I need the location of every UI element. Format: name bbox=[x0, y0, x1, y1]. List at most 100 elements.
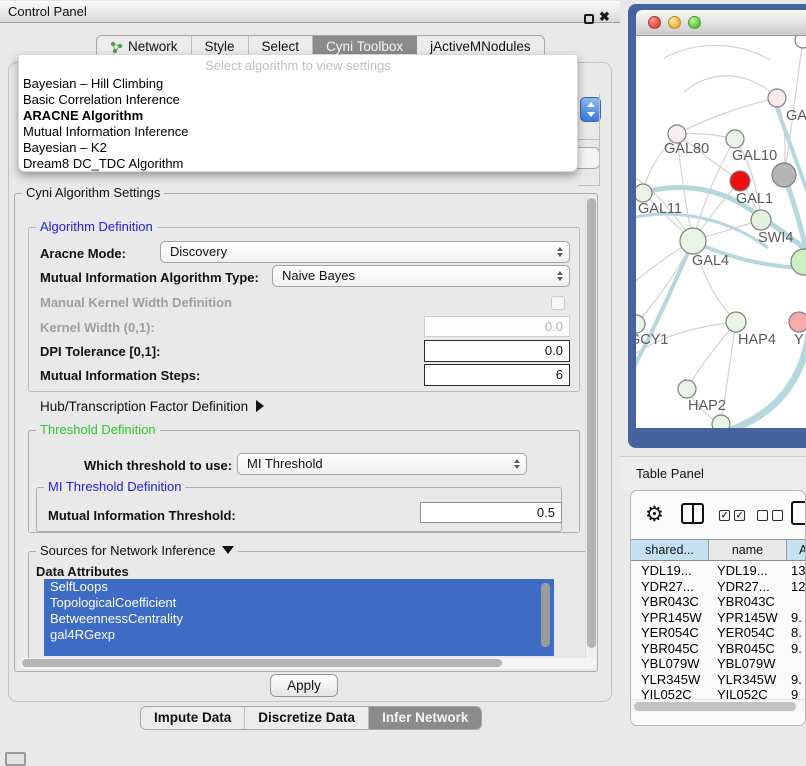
node-label: HAP2 bbox=[688, 398, 726, 414]
settings-horizontal-scrollbar[interactable] bbox=[20, 658, 596, 669]
unchecked-checkbox-icon[interactable] bbox=[772, 510, 783, 521]
network-node-gal11[interactable] bbox=[636, 184, 652, 202]
network-node-gal10[interactable] bbox=[726, 130, 744, 148]
node-label: Y bbox=[794, 332, 804, 348]
combo-arrows-icon bbox=[514, 459, 520, 469]
tab-impute-data[interactable]: Impute Data bbox=[141, 707, 245, 729]
minimized-window-icon[interactable] bbox=[5, 752, 26, 766]
network-node-hap2[interactable] bbox=[678, 380, 696, 398]
node-label: GAL bbox=[786, 108, 806, 124]
collapse-down-icon bbox=[222, 546, 234, 554]
network-node-swi4[interactable] bbox=[751, 210, 771, 230]
table-row[interactable]: YBR045CYBR045C9. bbox=[631, 641, 806, 657]
network-window-titlebar[interactable] bbox=[636, 10, 806, 36]
column-header-shared[interactable]: shared... bbox=[631, 540, 709, 560]
network-node[interactable] bbox=[795, 36, 806, 48]
document-icon[interactable] bbox=[791, 501, 806, 525]
aracne-mode-combo[interactable]: Discovery bbox=[160, 241, 570, 263]
node-label: GCY1 bbox=[636, 332, 669, 348]
network-node[interactable] bbox=[768, 89, 786, 107]
cyni-bottom-tabs: Impute Data Discretize Data Infer Networ… bbox=[140, 706, 482, 730]
table-row[interactable]: YDL19...YDL19...13 bbox=[631, 563, 806, 579]
algorithm-combo-fragment[interactable] bbox=[580, 97, 601, 122]
scrollbar-thumb[interactable] bbox=[634, 702, 796, 711]
manual-kernel-checkbox[interactable] bbox=[551, 296, 565, 310]
network-node-gal4[interactable] bbox=[680, 228, 706, 254]
table-horizontal-scrollbar[interactable] bbox=[631, 699, 806, 712]
network-node[interactable] bbox=[772, 163, 796, 187]
table-row[interactable]: YDR27...YDR27...12 bbox=[631, 579, 806, 595]
network-node-gal1[interactable] bbox=[730, 171, 750, 191]
close-icon[interactable]: ✖ bbox=[599, 9, 610, 25]
minimize-traffic-light-icon[interactable] bbox=[668, 16, 681, 29]
data-attributes-label: Data Attributes bbox=[36, 564, 129, 579]
scrollbar-thumb[interactable] bbox=[587, 198, 596, 648]
list-item-topologicalcoefficient[interactable]: TopologicalCoefficient bbox=[44, 595, 554, 611]
combo-arrows-icon bbox=[557, 271, 563, 281]
dpi-tolerance-input[interactable]: 0.0 bbox=[424, 340, 570, 362]
node-label: HAP4 bbox=[738, 332, 776, 348]
settings-vertical-scrollbar[interactable] bbox=[585, 196, 597, 668]
tab-discretize-data[interactable]: Discretize Data bbox=[245, 707, 369, 729]
scrollbar-thumb[interactable] bbox=[22, 659, 502, 667]
node-label: GAL80 bbox=[664, 141, 709, 157]
which-threshold-label: Which threshold to use: bbox=[84, 458, 232, 473]
combo-arrows-icon bbox=[557, 247, 563, 257]
dpi-tolerance-label: DPI Tolerance [0,1]: bbox=[40, 344, 160, 359]
mi-threshold-group-title: MI Threshold Definition bbox=[44, 480, 185, 494]
table-row[interactable]: YER054CYER054C8. bbox=[631, 625, 806, 641]
zoom-traffic-light-icon[interactable] bbox=[688, 16, 701, 29]
groupbox-fragment-line bbox=[578, 185, 600, 186]
algorithm-dropdown-prompt: Select algorithm to view settings bbox=[19, 58, 577, 73]
unchecked-checkbox-icon[interactable] bbox=[757, 510, 768, 521]
node-label: GAL10 bbox=[732, 148, 777, 164]
mi-threshold-input[interactable]: 0.5 bbox=[420, 502, 562, 523]
float-window-icon[interactable] bbox=[584, 14, 594, 24]
network-node-gcy1[interactable] bbox=[636, 315, 645, 333]
dropdown-item-bayesian-k2[interactable]: Bayesian – K2 bbox=[23, 140, 573, 156]
aracne-mode-label: Aracne Mode: bbox=[40, 246, 126, 261]
column-header-name[interactable]: name bbox=[709, 540, 787, 560]
mi-type-combo[interactable]: Naive Bayes bbox=[272, 265, 570, 287]
network-node[interactable] bbox=[791, 249, 806, 275]
mi-steps-input[interactable]: 6 bbox=[424, 364, 570, 386]
cyni-settings-title: Cyni Algorithm Settings bbox=[22, 186, 164, 200]
checked-checkbox-icon[interactable]: ✓ bbox=[719, 510, 730, 521]
apply-button[interactable]: Apply bbox=[270, 674, 338, 697]
tab-infer-network[interactable]: Infer Network bbox=[369, 707, 481, 729]
algorithm-dropdown: Select algorithm to view settings Bayesi… bbox=[18, 54, 578, 172]
list-item-gal4rgexp[interactable]: gal4RGexp bbox=[44, 627, 554, 643]
dropdown-item-basic-correlation[interactable]: Basic Correlation Inference bbox=[23, 92, 573, 108]
sources-group-title[interactable]: Sources for Network Inference bbox=[36, 544, 238, 558]
list-vertical-scrollbar[interactable] bbox=[541, 583, 550, 647]
network-node-hap4[interactable] bbox=[726, 312, 746, 332]
table-row[interactable]: YBR043CYBR043C bbox=[631, 594, 806, 610]
table-panel-titlebar: Table Panel bbox=[620, 456, 806, 490]
hub-definition-expander[interactable]: Hub/Transcription Factor Definition bbox=[40, 399, 264, 414]
network-canvas[interactable]: GAL GAL80 GAL10 GAL1 GAL11 SWI4 GAL4 GCY… bbox=[636, 36, 806, 428]
columns-icon[interactable] bbox=[681, 503, 704, 524]
table-header-row: shared... name A bbox=[631, 539, 806, 561]
gear-icon[interactable]: ⚙ bbox=[645, 501, 664, 529]
expand-right-icon bbox=[256, 400, 264, 412]
list-item-betweennesscentrality[interactable]: BetweennessCentrality bbox=[44, 611, 554, 627]
dropdown-item-aracne[interactable]: ARACNE Algorithm bbox=[23, 108, 573, 124]
checked-checkbox-icon[interactable]: ✓ bbox=[734, 510, 745, 521]
which-threshold-combo[interactable]: MI Threshold bbox=[237, 453, 527, 475]
table-row[interactable]: YPR145WYPR145W9. bbox=[631, 610, 806, 626]
table-row[interactable]: YBL079WYBL079W bbox=[631, 656, 806, 672]
node-label: GAL1 bbox=[736, 191, 773, 207]
column-header-clipped[interactable]: A bbox=[787, 540, 806, 560]
table-row[interactable]: YLR345WYLR345W9. bbox=[631, 672, 806, 688]
kernel-width-input[interactable]: 0.0 bbox=[424, 316, 570, 337]
dropdown-item-mutual-information[interactable]: Mutual Information Inference bbox=[23, 124, 573, 140]
close-traffic-light-icon[interactable] bbox=[648, 16, 661, 29]
dropdown-item-dream8[interactable]: Dream8 DC_TDC Algorithm bbox=[23, 156, 573, 172]
threshold-definition-title: Threshold Definition bbox=[36, 423, 160, 437]
dropdown-item-bayesian-hill-climbing[interactable]: Bayesian – Hill Climbing bbox=[23, 76, 573, 92]
network-node[interactable] bbox=[712, 415, 730, 428]
network-node[interactable] bbox=[789, 312, 806, 332]
kernel-width-label: Kernel Width (0,1): bbox=[40, 320, 155, 335]
mi-steps-label: Mutual Information Steps: bbox=[40, 368, 200, 383]
list-item-selfloops[interactable]: SelfLoops bbox=[44, 579, 554, 595]
